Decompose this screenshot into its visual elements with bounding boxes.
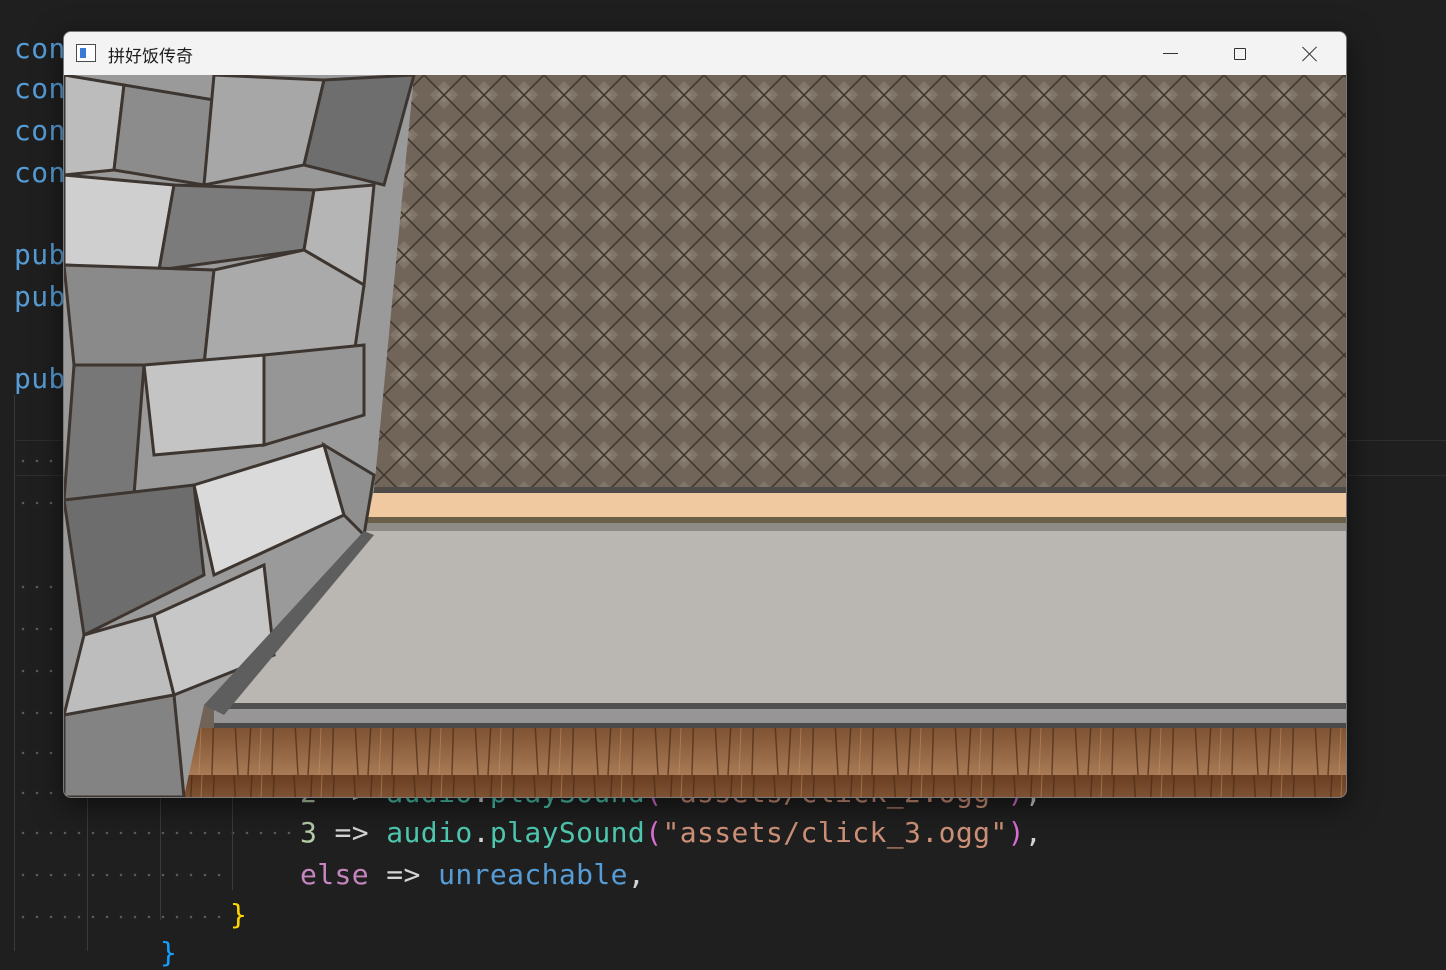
code-line[interactable]: pub: [14, 362, 66, 396]
window-titlebar[interactable]: 拼好饭传奇: [64, 32, 1346, 75]
counter-front: [214, 531, 1346, 705]
indent-guide: [87, 790, 88, 951]
counter-lip: [364, 523, 1346, 531]
window-title: 拼好饭传奇: [108, 47, 193, 67]
counter-base: [214, 703, 1346, 709]
game-window[interactable]: 拼好饭传奇: [63, 31, 1347, 798]
counter-kick-edge: [214, 723, 1346, 728]
app-window-icon: [76, 44, 96, 62]
counter-top-trim: [364, 517, 1346, 523]
code-token: con: [14, 72, 66, 105]
code-token: else: [300, 858, 370, 891]
code-token: playSound: [489, 816, 646, 849]
whitespace-markers: [16, 914, 226, 920]
code-token: audio: [386, 816, 473, 849]
code-line[interactable]: con: [14, 156, 66, 190]
indent-guide: [232, 790, 233, 890]
whitespace-markers: [16, 830, 296, 836]
game-scene: [64, 75, 1346, 797]
code-line[interactable]: con: [14, 114, 66, 148]
indent-guide: [160, 790, 161, 920]
code-token: unreachable: [438, 858, 628, 891]
code-token: =>: [317, 816, 387, 849]
code-line[interactable]: pub: [14, 238, 66, 272]
code-line[interactable]: else => unreachable,: [300, 858, 645, 892]
code-line[interactable]: }: [160, 936, 177, 970]
close-button[interactable]: [1275, 32, 1345, 75]
code-token: pub: [14, 362, 66, 395]
code-token: =>: [369, 858, 439, 891]
code-token: con: [14, 32, 66, 65]
code-token: con: [14, 114, 66, 147]
counter-top-edge: [364, 487, 1346, 493]
code-line[interactable]: pub: [14, 280, 66, 314]
close-icon: [1302, 46, 1318, 62]
code-token: ): [1007, 816, 1025, 849]
code-token: .: [472, 816, 490, 849]
minimize-icon: [1162, 53, 1178, 54]
code-line[interactable]: 3 => audio.playSound("assets/click_3.ogg…: [300, 816, 1042, 850]
code-token: "assets/click_3.ogg": [662, 816, 1008, 849]
code-token: }: [160, 936, 178, 969]
code-token: (: [645, 816, 663, 849]
indent-guide: [14, 395, 15, 951]
wood-floor: [64, 728, 1346, 797]
code-token: 3: [300, 816, 318, 849]
whitespace-markers: [16, 872, 226, 878]
counter-top: [364, 493, 1346, 517]
code-token: }: [230, 898, 248, 931]
code-line[interactable]: con: [14, 72, 66, 106]
code-token: ,: [627, 858, 646, 891]
maximize-icon: [1234, 47, 1246, 60]
maximize-button[interactable]: [1205, 32, 1275, 75]
counter-kick: [214, 709, 1346, 725]
code-line[interactable]: }: [230, 898, 247, 932]
code-token: ,: [1024, 816, 1043, 849]
code-token: pub: [14, 238, 66, 271]
code-token: con: [14, 156, 66, 189]
minimize-button[interactable]: [1135, 32, 1205, 75]
code-line[interactable]: con: [14, 32, 66, 66]
game-canvas[interactable]: [64, 75, 1346, 797]
code-token: pub: [14, 280, 66, 313]
